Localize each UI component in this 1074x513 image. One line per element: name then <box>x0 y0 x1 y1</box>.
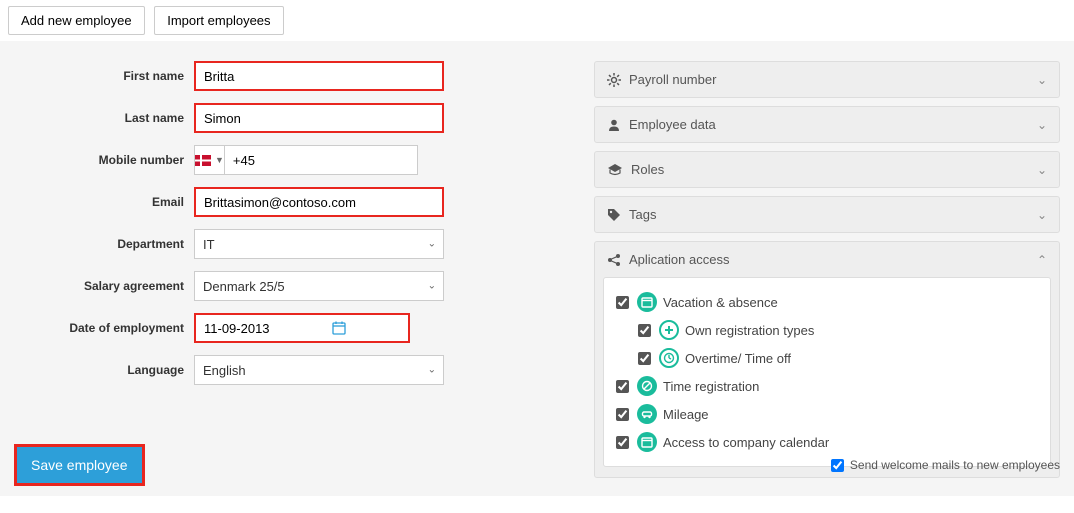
mobile-label: Mobile number <box>14 153 194 167</box>
access-label: Own registration types <box>685 323 814 338</box>
chevron-down-icon: ⌄ <box>1037 73 1047 87</box>
email-input[interactable] <box>194 187 444 217</box>
access-label: Time registration <box>663 379 759 394</box>
access-checkbox[interactable] <box>616 380 629 393</box>
access-label: Vacation & absence <box>663 295 778 310</box>
access-checkbox[interactable] <box>638 324 651 337</box>
user-icon <box>607 118 621 132</box>
phone-input[interactable] <box>224 145 418 175</box>
language-label: Language <box>14 363 194 377</box>
email-label: Email <box>14 195 194 209</box>
car-icon <box>637 404 657 424</box>
accordion-tags[interactable]: Tags ⌄ <box>594 196 1060 233</box>
salary-value: Denmark 25/5 <box>203 279 285 294</box>
plus-icon <box>659 320 679 340</box>
access-label: Overtime/ Time off <box>685 351 791 366</box>
graduation-icon <box>607 163 623 177</box>
phone-country-selector[interactable]: ▼ <box>194 145 224 175</box>
access-checkbox[interactable] <box>616 408 629 421</box>
accordion-column: Payroll number ⌄ Employee data ⌄ Roles ⌄… <box>594 61 1060 486</box>
first-name-label: First name <box>14 69 194 83</box>
last-name-input[interactable] <box>194 103 444 133</box>
accordion-title: Roles <box>631 162 1037 177</box>
chevron-down-icon: ⌄ <box>428 365 436 376</box>
welcome-mail-option[interactable]: Send welcome mails to new employees <box>831 458 1060 472</box>
welcome-mail-label: Send welcome mails to new employees <box>850 458 1060 472</box>
department-value: IT <box>203 237 215 252</box>
accordion-app-access: Aplication access ⌃ Vacation & absence Ow… <box>594 241 1060 478</box>
date-employment-input[interactable] <box>194 313 410 343</box>
footer-bar: Save employee Send welcome mails to new … <box>14 444 1060 486</box>
access-item: Vacation & absence <box>616 288 1038 316</box>
accordion-payroll[interactable]: Payroll number ⌄ <box>594 61 1060 98</box>
language-value: English <box>203 363 246 378</box>
accordion-title: Aplication access <box>629 252 1037 267</box>
welcome-mail-checkbox[interactable] <box>831 459 844 472</box>
access-checkbox[interactable] <box>616 296 629 309</box>
app-access-tree: Vacation & absence Own registration types… <box>603 277 1051 467</box>
flag-dk-icon <box>195 155 211 166</box>
salary-select[interactable]: Denmark 25/5 ⌄ <box>194 271 444 301</box>
access-checkbox[interactable] <box>638 352 651 365</box>
chevron-down-icon: ⌄ <box>1037 118 1047 132</box>
calendar-icon[interactable] <box>332 321 346 335</box>
caret-down-icon: ▼ <box>215 155 224 165</box>
accordion-employee-data[interactable]: Employee data ⌄ <box>594 106 1060 143</box>
accordion-app-access-header[interactable]: Aplication access ⌃ <box>595 242 1059 277</box>
language-select[interactable]: English ⌄ <box>194 355 444 385</box>
department-label: Department <box>14 237 194 251</box>
clock-icon <box>659 348 679 368</box>
date-employment-label: Date of employment <box>14 321 194 335</box>
accordion-roles[interactable]: Roles ⌄ <box>594 151 1060 188</box>
chevron-up-icon: ⌃ <box>1037 253 1047 267</box>
salary-label: Salary agreement <box>14 279 194 293</box>
first-name-input[interactable] <box>194 61 444 91</box>
save-employee-button[interactable]: Save employee <box>14 444 145 486</box>
access-item: Mileage <box>616 400 1038 428</box>
chevron-down-icon: ⌄ <box>428 281 436 292</box>
chevron-down-icon: ⌄ <box>428 239 436 250</box>
tag-icon <box>607 208 621 222</box>
form-column: First name Last name Mobile number ▼ Ema… <box>14 61 444 486</box>
last-name-label: Last name <box>14 111 194 125</box>
access-item: Time registration <box>616 372 1038 400</box>
accordion-title: Tags <box>629 207 1037 222</box>
cog-icon <box>607 73 621 87</box>
share-icon <box>607 253 621 267</box>
access-item: Own registration types <box>616 316 1038 344</box>
chevron-down-icon: ⌄ <box>1037 163 1047 177</box>
cal-icon <box>637 292 657 312</box>
import-employees-button[interactable]: Import employees <box>154 6 283 35</box>
top-toolbar: Add new employee Import employees <box>0 0 1074 41</box>
main-panel: First name Last name Mobile number ▼ Ema… <box>0 41 1074 496</box>
stop-icon <box>637 376 657 396</box>
department-select[interactable]: IT ⌄ <box>194 229 444 259</box>
access-item: Overtime/ Time off <box>616 344 1038 372</box>
accordion-title: Payroll number <box>629 72 1037 87</box>
access-label: Mileage <box>663 407 709 422</box>
add-employee-button[interactable]: Add new employee <box>8 6 145 35</box>
chevron-down-icon: ⌄ <box>1037 208 1047 222</box>
accordion-title: Employee data <box>629 117 1037 132</box>
